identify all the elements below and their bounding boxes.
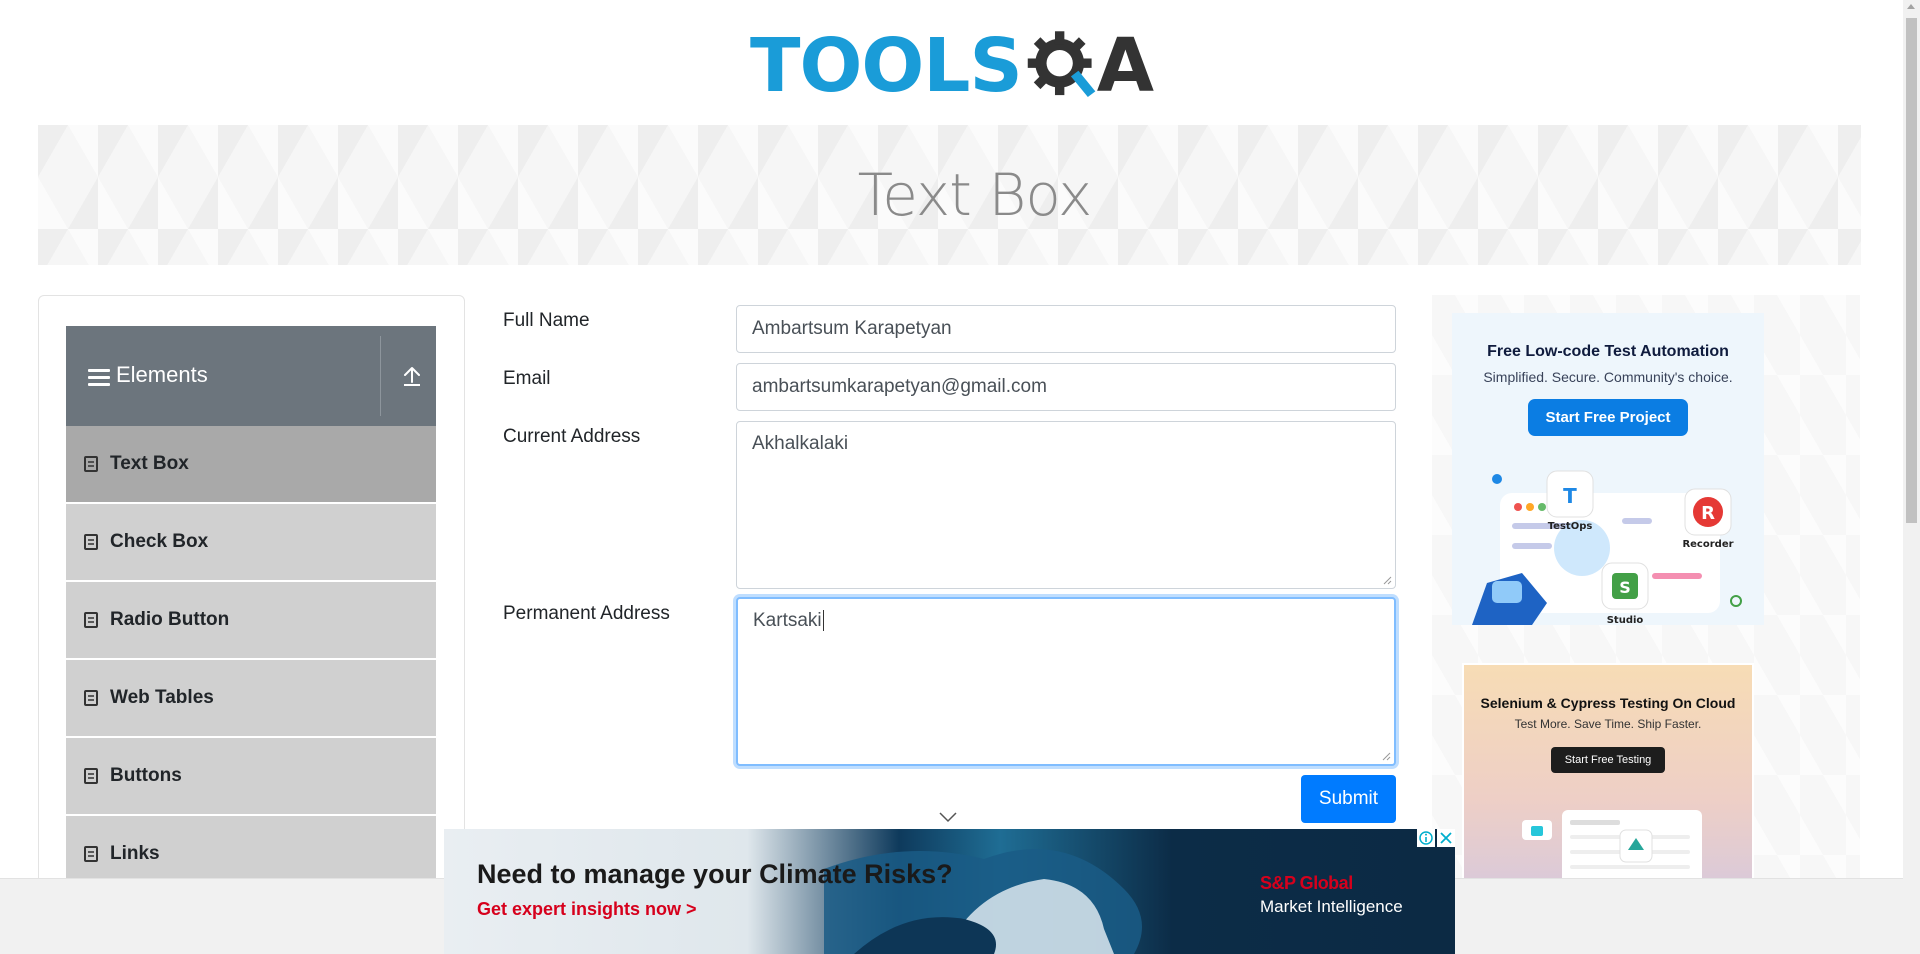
current-address-value: Akhalkalaki — [752, 433, 849, 454]
sidebar-group-title: Elements — [116, 362, 208, 387]
sidebar-item-web-tables[interactable]: Web Tables — [66, 660, 436, 738]
logo-text-end: A — [1096, 23, 1154, 109]
page-title: Text Box — [857, 161, 1093, 229]
vertical-scrollbar[interactable] — [1903, 0, 1920, 954]
full-name-input[interactable] — [736, 305, 1396, 353]
info-icon[interactable] — [1417, 829, 1435, 847]
ad-subtitle: Test More. Save Time. Ship Faster. — [1514, 717, 1702, 731]
sidebar-item-check-box[interactable]: Check Box — [66, 504, 436, 582]
document-icon — [84, 612, 98, 628]
email-input[interactable] — [736, 363, 1396, 411]
katalon-ad[interactable]: Free Low-code Test Automation Simplified… — [1452, 313, 1764, 625]
sp-global-ad[interactable]: Need to manage your Climate Risks? Get e… — [444, 829, 1455, 954]
sidebar-item-buttons[interactable]: Buttons — [66, 738, 436, 816]
start-free-project-button[interactable]: Start Free Project — [1528, 399, 1688, 436]
text-cursor — [822, 610, 824, 631]
sidebar-item-label: Radio Button — [110, 609, 230, 630]
sidebar-item-radio-button[interactable]: Radio Button — [66, 582, 436, 660]
ad-headline: Need to manage your Climate Risks? — [477, 859, 953, 889]
svg-text:T: T — [1563, 484, 1577, 508]
sidebar-item-label: Text Box — [110, 453, 189, 474]
sidebar-item-label: Links — [110, 843, 160, 864]
svg-text:R: R — [1701, 503, 1715, 524]
ad-cta-link[interactable]: Get expert insights now > — [477, 899, 697, 920]
header-divider — [380, 336, 381, 416]
ad-title: Free Low-code Test Automation — [1487, 343, 1729, 360]
hamburger-icon — [88, 369, 110, 387]
toolsqa-logo[interactable]: TOOLS A — [750, 18, 1154, 114]
collapse-up-icon[interactable] — [401, 364, 423, 388]
ad-title: Selenium & Cypress Testing On Cloud — [1480, 695, 1736, 711]
sidebar-group-elements[interactable]: Elements — [66, 326, 436, 426]
resize-grip-icon[interactable] — [1382, 575, 1392, 585]
ad-subtitle: Simplified. Secure. Community's choice. — [1483, 369, 1733, 385]
resize-grip-icon[interactable] — [1381, 751, 1391, 761]
sidebar-item-label: Buttons — [110, 765, 182, 786]
wave-image — [824, 849, 1142, 954]
brand-subname: Market Intelligence — [1260, 897, 1403, 916]
close-icon[interactable] — [1437, 829, 1455, 847]
current-address-textarea[interactable]: Akhalkalaki — [736, 421, 1396, 589]
permanent-address-label: Permanent Address — [503, 603, 670, 624]
chevron-down-icon[interactable] — [938, 811, 958, 823]
product-illustration: T TestOps R Recorder S Studio — [1472, 470, 1742, 625]
svg-text:S: S — [1619, 578, 1631, 597]
studio-label: Studio — [1607, 615, 1644, 625]
sidebar-panel: Elements Text Box Check Box Radio Button… — [38, 295, 465, 954]
permanent-address-textarea[interactable]: Kartsaki — [736, 597, 1396, 766]
scroll-thumb[interactable] — [1906, 18, 1917, 523]
testops-label: TestOps — [1548, 521, 1593, 532]
full-name-label: Full Name — [503, 310, 590, 331]
document-icon — [84, 846, 98, 862]
gear-magnifier-icon — [1027, 31, 1096, 97]
start-free-testing-button[interactable]: Start Free Testing — [1550, 747, 1666, 773]
brand-name: S&P Global — [1260, 873, 1353, 893]
logo-text: TOOLS — [750, 23, 1023, 109]
submit-button[interactable]: Submit — [1301, 775, 1396, 823]
sidebar-menu: Text Box Check Box Radio Button Web Tabl… — [66, 426, 436, 894]
sidebar-item-text-box[interactable]: Text Box — [66, 426, 436, 504]
document-icon — [84, 768, 98, 784]
sidebar-item-label: Check Box — [110, 531, 209, 552]
page-banner: Text Box — [38, 125, 1861, 265]
sidebar-item-label: Web Tables — [110, 687, 214, 708]
document-icon — [84, 456, 98, 472]
document-icon — [84, 690, 98, 706]
current-address-label: Current Address — [503, 426, 641, 447]
document-icon — [84, 534, 98, 550]
email-label: Email — [503, 368, 551, 389]
scroll-up-arrow-icon[interactable] — [1907, 4, 1915, 9]
permanent-address-value: Kartsaki — [753, 610, 822, 631]
recorder-label: Recorder — [1682, 539, 1733, 550]
